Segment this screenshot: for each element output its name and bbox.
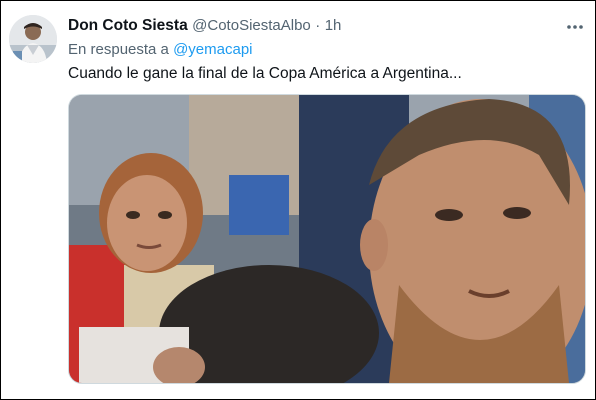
screenshot-frame: Don Coto Siesta @CotoSiestaAlbo · 1h En … bbox=[1, 1, 595, 399]
reply-mention-link[interactable]: @yemacapi bbox=[173, 41, 252, 58]
author-handle[interactable]: @CotoSiestaAlbo bbox=[192, 17, 311, 34]
more-options-button[interactable] bbox=[561, 13, 589, 41]
meme-photo bbox=[69, 95, 585, 383]
reply-prefix: En respuesta a bbox=[68, 41, 169, 58]
tweet-timestamp[interactable]: 1h bbox=[325, 17, 342, 34]
author-name[interactable]: Don Coto Siesta bbox=[68, 17, 188, 34]
tweet-header: Don Coto Siesta @CotoSiestaAlbo · 1h bbox=[68, 17, 558, 37]
avatar[interactable] bbox=[9, 15, 57, 63]
more-horizontal-icon bbox=[567, 25, 583, 29]
tweet-text: Cuando le gane la final de la Copa Améri… bbox=[68, 65, 462, 82]
tweet-card[interactable]: Don Coto Siesta @CotoSiestaAlbo · 1h En … bbox=[1, 1, 595, 399]
tweet-photo[interactable] bbox=[68, 94, 586, 384]
separator-dot: · bbox=[315, 17, 321, 34]
reply-context: En respuesta a @yemacapi bbox=[68, 41, 253, 58]
avatar-image bbox=[9, 15, 57, 63]
